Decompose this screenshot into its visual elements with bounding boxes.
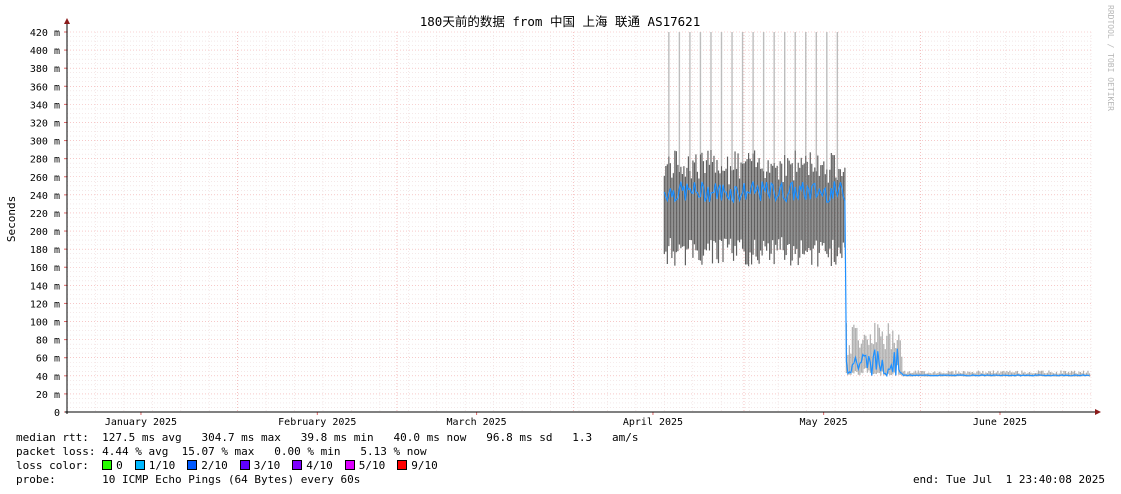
y-tick-label: 160 m	[30, 263, 60, 274]
y-tick-label: 200 m	[30, 227, 60, 238]
loss-color-item: 9/10	[397, 459, 438, 472]
y-axis-label: Seconds	[5, 196, 18, 242]
chart-grid	[66, 31, 1092, 413]
y-tick-label: 320 m	[30, 118, 60, 129]
loss-color-value: 2/10	[201, 459, 228, 472]
y-tick-label: 180 m	[30, 245, 60, 256]
loss-color-value: 3/10	[253, 459, 281, 472]
y-tick-label: 100 m	[30, 318, 60, 329]
loss-color-item: 1/10	[134, 459, 176, 472]
y-tick-label: 0	[54, 408, 60, 419]
y-tick-label: 60 m	[36, 354, 60, 365]
packet-loss-label: packet loss:	[16, 445, 96, 458]
packet-loss-stats: packet loss: 4.44 % avg 15.07 % max 0.00…	[16, 445, 427, 459]
y-axis-arrow	[64, 18, 70, 24]
loss-color-swatch	[292, 460, 303, 470]
y-tick-label: 360 m	[30, 82, 60, 93]
median-rtt-values: 127.5 ms avg 304.7 ms max 39.8 ms min 40…	[102, 431, 639, 444]
y-tick-label: 20 m	[36, 390, 60, 401]
loss-color-item: 3/10	[239, 459, 281, 472]
median-rtt-stats: median rtt: 127.5 ms avg 304.7 ms max 39…	[16, 431, 639, 445]
x-tick-label: May 2025	[800, 417, 848, 428]
y-tick-label: 400 m	[30, 46, 60, 57]
loss-color-value: 9/10	[411, 459, 438, 472]
packet-loss-values: 4.44 % avg 15.07 % max 0.00 % min 5.13 %…	[102, 445, 427, 458]
loss-color-value: 5/10	[358, 459, 386, 472]
loss-color-swatch	[344, 460, 355, 470]
loss-color-swatch	[187, 460, 198, 470]
probe-value: 10 ICMP Echo Pings (64 Bytes) every 60s	[102, 473, 361, 486]
x-tick-label: February 2025	[278, 417, 356, 428]
loss-color-item: 4/10	[292, 459, 333, 472]
x-tick-label: March 2025	[446, 417, 506, 428]
y-tick-label: 340 m	[30, 100, 60, 111]
loss-color-label: loss color:	[16, 459, 89, 472]
y-tick-label: 380 m	[30, 64, 60, 75]
x-tick-label: April 2025	[623, 417, 683, 428]
x-axis-arrow	[1095, 409, 1101, 415]
loss-color-item: 2/10	[187, 459, 228, 472]
loss-color-swatch	[397, 460, 408, 470]
median-rtt-label: median rtt:	[16, 431, 89, 444]
y-tick-label: 420 m	[30, 28, 60, 39]
loss-color-value: 1/10	[148, 459, 176, 472]
loss-color-swatch	[239, 460, 250, 470]
y-tick-label: 140 m	[30, 281, 60, 292]
y-tick-label: 300 m	[30, 137, 60, 148]
y-tick-label: 240 m	[30, 191, 60, 202]
chart-axes	[64, 18, 1101, 415]
loss-color-value: 0	[116, 459, 123, 472]
y-axis-ticks: 0 20 m 40 m 60 m 80 m 100 m 120 m 140 m 160 m 180…	[30, 28, 67, 419]
loss-color-swatch	[134, 460, 145, 470]
loss-color-item: 5/10	[344, 459, 386, 472]
chart-title: 180天前的数据 from 中国 上海 联通 AS17621	[420, 14, 701, 29]
x-tick-label: June 2025	[973, 417, 1027, 428]
x-tick-label: January 2025	[105, 417, 177, 428]
loss-color-item: 0	[102, 459, 123, 472]
loss-color-swatch	[102, 460, 113, 470]
rtt-chart: 0 20 m 40 m 60 m 80 m 100 m 120 m 140 m 160 m 180…	[5, 5, 1115, 428]
y-tick-label: 260 m	[30, 173, 60, 184]
rrdtool-watermark: RRDTOOL / TOBI OETIKER	[1106, 5, 1115, 111]
y-tick-label: 80 m	[36, 336, 60, 347]
y-tick-label: 220 m	[30, 209, 60, 220]
loss-color-value: 4/10	[306, 459, 333, 472]
y-tick-label: 280 m	[30, 155, 60, 166]
probe-info: probe: 10 ICMP Echo Pings (64 Bytes) eve…	[16, 473, 360, 487]
y-tick-label: 40 m	[36, 372, 60, 383]
y-tick-label: 120 m	[30, 299, 60, 310]
rtt-smoke-band	[663, 32, 1091, 377]
loss-color-legend: loss color: 0 1/10 2/10 3/10 4/10 5/10 9/10	[16, 459, 450, 473]
end-time: end: Tue Jul 1 23:40:08 2025	[912, 473, 1105, 486]
probe-label: probe:	[16, 473, 56, 486]
